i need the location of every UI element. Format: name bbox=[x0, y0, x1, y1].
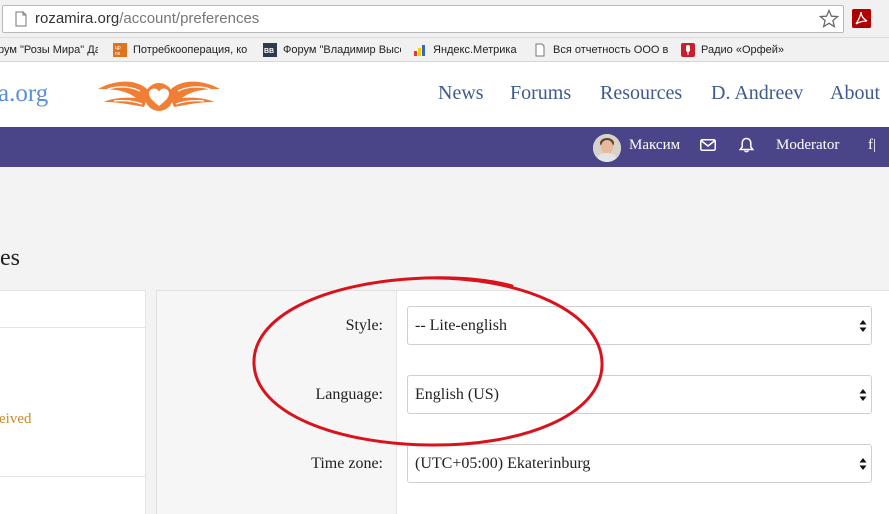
nav-about[interactable]: About bbox=[830, 82, 880, 105]
nav-d-andreev[interactable]: D. Andreev bbox=[711, 82, 803, 105]
bookmark-label: рум "Розы Мира" Да bbox=[0, 44, 98, 56]
mail-icon[interactable] bbox=[700, 139, 716, 151]
timezone-select-value: (UTC+05:00) Ekaterinburg bbox=[415, 455, 591, 472]
nav-resources[interactable]: Resources bbox=[600, 82, 682, 105]
bookmark-label: Потребкооперация, ко bbox=[133, 44, 248, 56]
bar-edge-item[interactable]: f| bbox=[868, 137, 876, 154]
avatar[interactable] bbox=[593, 134, 621, 162]
page-title: es bbox=[0, 245, 20, 271]
style-label: Style: bbox=[345, 317, 383, 334]
select-arrows-icon bbox=[859, 320, 867, 332]
bb-icon: BB bbox=[263, 43, 277, 57]
bookmark-star-icon[interactable] bbox=[819, 9, 839, 29]
select-arrows-icon bbox=[859, 389, 867, 401]
sidebar-divider bbox=[0, 476, 145, 477]
preferences-form: Style: -- Lite-english Language: English… bbox=[156, 290, 889, 514]
sidebar-link-received[interactable]: eived bbox=[0, 411, 31, 428]
pdf-extension-icon[interactable] bbox=[852, 9, 871, 28]
language-select[interactable]: English (US) bbox=[407, 375, 872, 414]
svg-text:BB: BB bbox=[264, 48, 274, 55]
bookmarks-bar: рум "Розы Мира" Да цр пк Потребкооперация… bbox=[0, 38, 889, 62]
url-path: /account/preferences bbox=[119, 10, 260, 27]
avatar-photo-icon bbox=[593, 134, 621, 162]
bookmark-item[interactable]: Вся отчетность ООО в bbox=[533, 41, 671, 59]
timezone-select[interactable]: (UTC+05:00) Ekaterinburg bbox=[407, 444, 872, 483]
timezone-label: Time zone: bbox=[311, 455, 383, 472]
url-host: rozamira.org bbox=[35, 10, 120, 27]
bookmark-label: Радио «Орфей» bbox=[701, 44, 785, 56]
moderator-link[interactable]: Moderator bbox=[776, 137, 839, 154]
bell-icon[interactable] bbox=[739, 137, 754, 153]
preferences-sidebar: eived bbox=[0, 290, 146, 514]
language-label: Language: bbox=[315, 386, 383, 403]
site-header: a.org News Forums Resources D. Andreev A… bbox=[0, 62, 889, 127]
bookmark-item[interactable]: Радио «Орфей» bbox=[681, 41, 784, 59]
bookmark-label: Яндекс.Метрика bbox=[433, 44, 517, 56]
bookmark-label: Форум "Владимир Высо bbox=[283, 44, 401, 56]
site-brand-link[interactable]: a.org bbox=[0, 80, 48, 108]
metrika-icon bbox=[414, 45, 425, 56]
page-icon bbox=[15, 11, 27, 27]
mic-icon bbox=[681, 43, 695, 57]
sidebar-divider bbox=[0, 327, 145, 328]
svg-text:пк: пк bbox=[115, 51, 121, 57]
username-link[interactable]: Максим bbox=[629, 137, 680, 154]
page-icon bbox=[535, 43, 545, 57]
bookmark-item[interactable]: рум "Розы Мира" Да bbox=[0, 41, 98, 59]
address-bar[interactable]: rozamira.org/account/preferences bbox=[2, 5, 844, 33]
winged-heart-logo-icon[interactable] bbox=[98, 76, 220, 114]
bookmark-item[interactable]: Яндекс.Метрика bbox=[413, 41, 517, 59]
style-select-value: -- Lite-english bbox=[415, 317, 507, 334]
nav-forums[interactable]: Forums bbox=[510, 82, 571, 105]
browser-toolbar: rozamira.org/account/preferences bbox=[0, 0, 889, 38]
coop-icon: црпк bbox=[113, 43, 127, 57]
language-select-value: English (US) bbox=[415, 386, 499, 403]
nav-news[interactable]: News bbox=[438, 82, 484, 105]
user-bar: Максим Moderator f| bbox=[0, 127, 889, 167]
bookmark-item[interactable]: BB Форум "Владимир Высо bbox=[263, 41, 401, 59]
bookmark-item[interactable]: цр пк Потребкооперация, ко bbox=[113, 41, 249, 59]
style-select[interactable]: -- Lite-english bbox=[407, 306, 872, 345]
bookmark-label: Вся отчетность ООО в bbox=[553, 44, 669, 56]
select-arrows-icon bbox=[859, 458, 867, 470]
url-text[interactable]: rozamira.org/account/preferences bbox=[35, 10, 259, 27]
